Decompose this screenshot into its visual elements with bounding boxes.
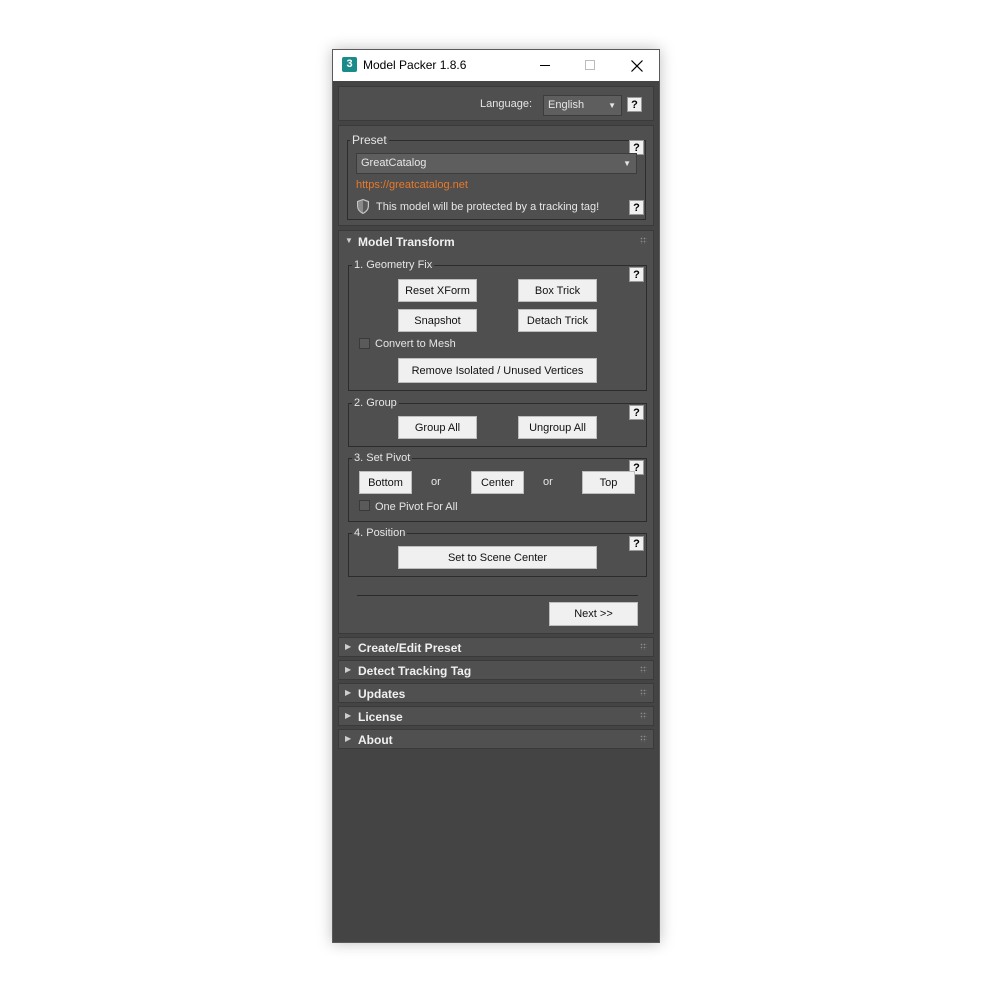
group-group xyxy=(348,403,647,447)
grip-icon[interactable] xyxy=(640,237,647,244)
chevron-right-icon: ▶ xyxy=(345,711,352,720)
preset-selected: GreatCatalog xyxy=(361,157,427,169)
grip-icon[interactable] xyxy=(640,666,647,673)
geometry-fix-help-button[interactable]: ? xyxy=(629,267,644,282)
language-rollout: Language: English ▼ ? xyxy=(338,86,654,121)
close-icon xyxy=(630,59,643,72)
snapshot-button[interactable]: Snapshot xyxy=(398,309,477,332)
maximize-icon xyxy=(585,60,595,70)
language-value: English xyxy=(548,99,585,111)
model-packer-window: 3 Model Packer 1.8.6 Language: English ▼… xyxy=(332,49,660,943)
chevron-right-icon: ▶ xyxy=(345,688,352,697)
grip-icon[interactable] xyxy=(640,689,647,696)
tracking-tag-notice: This model will be protected by a tracki… xyxy=(376,201,600,213)
separator xyxy=(357,595,638,596)
chevron-right-icon: ▶ xyxy=(345,734,352,743)
rollout-detect-tracking-tag[interactable]: ▶ Detect Tracking Tag xyxy=(338,660,654,680)
preset-rollout: Preset ? GreatCatalog ▼ https://greatcat… xyxy=(338,125,654,226)
model-transform-title[interactable]: Model Transform xyxy=(358,235,455,249)
convert-to-mesh-checkbox[interactable] xyxy=(359,338,370,349)
pivot-center-button[interactable]: Center xyxy=(471,471,524,494)
rollout-create-edit-preset[interactable]: ▶ Create/Edit Preset xyxy=(338,637,654,657)
language-dropdown[interactable]: English ▼ xyxy=(543,95,622,116)
app-icon: 3 xyxy=(342,57,357,72)
or-label-2: or xyxy=(543,476,553,488)
chevron-right-icon: ▶ xyxy=(345,665,352,674)
title-bar: 3 Model Packer 1.8.6 xyxy=(333,50,659,81)
maximize-button[interactable] xyxy=(568,50,613,81)
or-label-1: or xyxy=(431,476,441,488)
preset-dropdown[interactable]: GreatCatalog ▼ xyxy=(356,153,637,174)
preset-group-label: Preset xyxy=(350,133,389,147)
chevron-right-icon: ▶ xyxy=(345,642,352,651)
convert-to-mesh-label: Convert to Mesh xyxy=(375,338,456,350)
rollout-updates[interactable]: ▶ Updates xyxy=(338,683,654,703)
position-help-button[interactable]: ? xyxy=(629,536,644,551)
geometry-fix-label: 1. Geometry Fix xyxy=(352,259,435,271)
one-pivot-checkbox[interactable] xyxy=(359,500,370,511)
preset-link[interactable]: https://greatcatalog.net xyxy=(356,179,468,191)
window-title: Model Packer 1.8.6 xyxy=(363,58,467,72)
grip-icon[interactable] xyxy=(640,735,647,742)
ungroup-all-button[interactable]: Ungroup All xyxy=(518,416,597,439)
set-scene-center-button[interactable]: Set to Scene Center xyxy=(398,546,597,569)
grip-icon[interactable] xyxy=(640,643,647,650)
model-transform-rollout: ▼ Model Transform 1. Geometry Fix ? Rese… xyxy=(338,230,654,634)
box-trick-button[interactable]: Box Trick xyxy=(518,279,597,302)
next-button[interactable]: Next >> xyxy=(549,602,638,626)
minimize-icon xyxy=(540,65,550,66)
group-all-button[interactable]: Group All xyxy=(398,416,477,439)
rollout-title: Create/Edit Preset xyxy=(358,641,462,655)
minimize-button[interactable] xyxy=(523,50,568,81)
rollout-title: License xyxy=(358,710,403,724)
chevron-down-icon: ▼ xyxy=(608,101,616,110)
rollout-title: Detect Tracking Tag xyxy=(358,664,472,678)
set-pivot-label: 3. Set Pivot xyxy=(352,452,413,464)
rollout-title: About xyxy=(358,733,393,747)
reset-xform-button[interactable]: Reset XForm xyxy=(398,279,477,302)
one-pivot-label: One Pivot For All xyxy=(375,501,458,513)
language-help-button[interactable]: ? xyxy=(627,97,642,112)
chevron-down-icon: ▼ xyxy=(623,159,631,168)
remove-vertices-button[interactable]: Remove Isolated / Unused Vertices xyxy=(398,358,597,383)
chevron-down-icon: ▼ xyxy=(345,236,353,245)
pivot-top-button[interactable]: Top xyxy=(582,471,635,494)
rollout-license[interactable]: ▶ License xyxy=(338,706,654,726)
pivot-bottom-button[interactable]: Bottom xyxy=(359,471,412,494)
rollout-title: Updates xyxy=(358,687,406,701)
tracking-help-button[interactable]: ? xyxy=(629,200,644,215)
close-button[interactable] xyxy=(614,50,659,81)
group-help-button[interactable]: ? xyxy=(629,405,644,420)
language-label: Language: xyxy=(480,98,532,110)
group-label: 2. Group xyxy=(352,397,399,409)
rollout-about[interactable]: ▶ About xyxy=(338,729,654,749)
shield-icon xyxy=(357,199,369,214)
detach-trick-button[interactable]: Detach Trick xyxy=(518,309,597,332)
grip-icon[interactable] xyxy=(640,712,647,719)
position-label: 4. Position xyxy=(352,527,408,539)
